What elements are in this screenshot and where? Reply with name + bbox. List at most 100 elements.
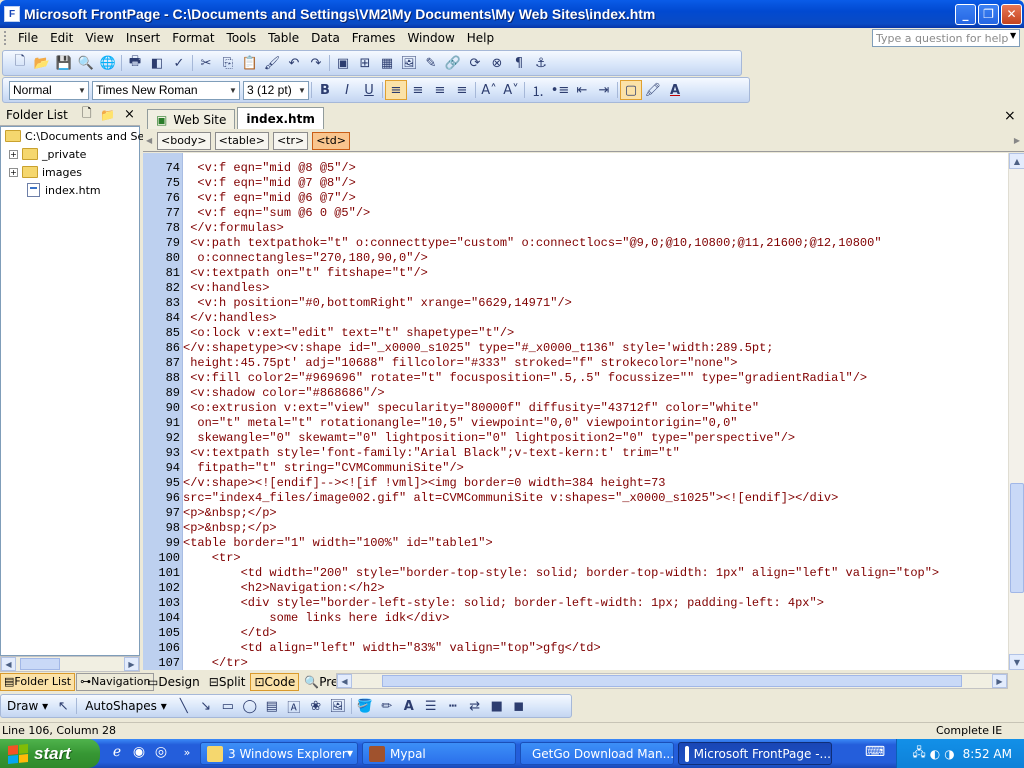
show-all-icon[interactable]: ¶ bbox=[508, 53, 530, 73]
menu-table[interactable]: Table bbox=[262, 31, 305, 45]
paste-icon[interactable]: 📋 bbox=[239, 53, 261, 73]
code-vscrollbar[interactable]: ▲ ▼ bbox=[1008, 153, 1024, 670]
tab-web-site[interactable]: ▣ Web Site bbox=[147, 109, 236, 129]
menu-tools[interactable]: Tools bbox=[221, 31, 263, 45]
tab-folder-list[interactable]: ▤Folder List bbox=[0, 673, 76, 691]
draw-menu[interactable]: Draw ▾ bbox=[7, 699, 48, 713]
code-line[interactable]: <v:f eqn="mid @7 @8"/> bbox=[183, 176, 355, 190]
code-line[interactable]: src="index4_files/image002.gif" alt=CVMC… bbox=[183, 491, 838, 505]
menu-frames[interactable]: Frames bbox=[346, 31, 402, 45]
code-line[interactable]: <table border="1" width="100%" id="table… bbox=[183, 536, 493, 550]
cut-icon[interactable]: ✂ bbox=[195, 53, 217, 73]
code-line[interactable]: </v:handles> bbox=[183, 311, 276, 325]
code-line[interactable]: skewangle="0" skewamt="0" lightposition=… bbox=[183, 431, 795, 445]
code-line[interactable]: fitpath="t" string="CVMCommuniSite"/> bbox=[183, 461, 463, 475]
select-objects-icon[interactable]: ↖ bbox=[52, 696, 74, 716]
quick-tag-td[interactable]: <td> bbox=[312, 131, 350, 150]
publish-icon[interactable]: 🌐 bbox=[97, 53, 119, 73]
code-line[interactable]: </td> bbox=[183, 626, 277, 640]
borders-icon[interactable]: ▢ bbox=[620, 80, 642, 100]
new-folder-icon[interactable]: 📁 bbox=[100, 108, 115, 122]
anchor-icon[interactable]: ⚓ bbox=[530, 53, 552, 73]
align-center-icon[interactable]: ≡ bbox=[407, 80, 429, 100]
scroll-left-icon[interactable]: ◀ bbox=[337, 674, 352, 688]
expand-icon[interactable]: + bbox=[9, 167, 18, 177]
code-line[interactable]: <v:f eqn="sum @6 0 @5"/> bbox=[183, 206, 370, 220]
italic-button[interactable]: I bbox=[336, 80, 358, 100]
font-color-draw-icon[interactable]: A bbox=[398, 696, 420, 716]
tab-index-htm[interactable]: index.htm bbox=[237, 107, 324, 129]
scroll-down-icon[interactable]: ▼ bbox=[1009, 654, 1024, 670]
code-line[interactable]: some links here idk</div> bbox=[183, 611, 449, 625]
insert-table-icon[interactable]: ⊞ bbox=[354, 53, 376, 73]
preview-browser-icon[interactable]: ◧ bbox=[146, 53, 168, 73]
align-right-icon[interactable]: ≡ bbox=[429, 80, 451, 100]
align-left-icon[interactable]: ≡ bbox=[385, 80, 407, 100]
menu-grip[interactable] bbox=[4, 31, 8, 45]
new-page-icon[interactable]: 🗋 bbox=[9, 53, 31, 73]
highlight-icon[interactable]: 🖍 bbox=[642, 80, 664, 100]
hyperlink-icon[interactable]: 🔗 bbox=[442, 53, 464, 73]
code-line[interactable]: <p>&nbsp;</p> bbox=[183, 521, 277, 535]
tab-split[interactable]: ⊟Split bbox=[205, 673, 250, 691]
new-page-small-icon[interactable]: 🗋 bbox=[82, 104, 92, 125]
decrease-font-icon[interactable]: A˅ bbox=[500, 80, 522, 100]
folder-hscrollbar[interactable]: ◀ ▶ bbox=[0, 656, 140, 672]
search-icon[interactable]: 🔍 bbox=[75, 53, 97, 73]
code-line[interactable]: </v:shape><![endif]--><![if !vml]><img b… bbox=[183, 476, 665, 490]
arrow-icon[interactable]: ↘ bbox=[195, 696, 217, 716]
undo-icon[interactable]: ↶ bbox=[283, 53, 305, 73]
wordart-icon[interactable]: 🄰 bbox=[283, 696, 305, 716]
format-painter-icon[interactable]: 🖌 bbox=[261, 53, 283, 73]
print-icon[interactable]: 🖶 bbox=[124, 53, 146, 73]
close-document-icon[interactable]: × bbox=[1004, 108, 1016, 124]
code-line[interactable]: <v:textpath on="t" fitshape="t"/> bbox=[183, 266, 428, 280]
ask-dropdown-icon[interactable]: ▼ bbox=[1010, 31, 1016, 40]
decrease-indent-icon[interactable]: ⇤ bbox=[571, 80, 593, 100]
code-editor[interactable]: <v:f eqn="mid @8 @5"/> <v:f eqn="mid @7 … bbox=[183, 153, 1008, 670]
scroll-up-icon[interactable]: ▲ bbox=[1009, 153, 1024, 169]
code-line[interactable]: <v:h position="#0,bottomRight" xrange="6… bbox=[183, 296, 571, 310]
code-line[interactable]: o:connectangles="270,180,90,0"/> bbox=[183, 251, 427, 265]
font-size-select[interactable]: 3 (12 pt) ▼ bbox=[243, 80, 309, 100]
menu-insert[interactable]: Insert bbox=[120, 31, 166, 45]
code-line[interactable]: <tr> bbox=[183, 551, 241, 565]
fill-color-icon[interactable]: 🪣 bbox=[354, 696, 376, 716]
task-windows-explorer[interactable]: 3 Windows Explorer ▼ bbox=[200, 742, 358, 765]
minimize-button[interactable]: _ bbox=[955, 3, 976, 25]
menu-file[interactable]: File bbox=[12, 31, 44, 45]
ie-quicklaunch-icon[interactable]: ℯ bbox=[108, 743, 126, 761]
task-getgo[interactable]: GetGo Download Man... bbox=[520, 742, 674, 765]
clock[interactable]: 8:52 AM bbox=[963, 747, 1012, 761]
quicktag-left-icon[interactable]: ◀ bbox=[146, 136, 152, 145]
ask-question-input[interactable]: Type a question for help bbox=[872, 29, 1020, 47]
app2-quicklaunch-icon[interactable]: ◎ bbox=[152, 743, 170, 761]
open-icon[interactable]: 📂 bbox=[31, 53, 53, 73]
web-component-icon[interactable]: ▣ bbox=[332, 53, 354, 73]
menu-view[interactable]: View bbox=[79, 31, 119, 45]
frontpage-app-icon[interactable]: F bbox=[4, 6, 20, 22]
scroll-thumb[interactable] bbox=[1010, 483, 1024, 593]
code-line[interactable]: <div style="border-left-style: solid; bo… bbox=[183, 596, 824, 610]
3d-icon[interactable]: ◼ bbox=[508, 696, 530, 716]
code-line[interactable]: <p>&nbsp;</p> bbox=[183, 506, 277, 520]
spelling-icon[interactable]: ✓ bbox=[168, 53, 190, 73]
code-line[interactable]: <v:handles> bbox=[183, 281, 269, 295]
code-line[interactable]: on="t" metal="t" rotationangle="10,5" vi… bbox=[183, 416, 737, 430]
code-line[interactable]: <v:shadow color="#868686"/> bbox=[183, 386, 384, 400]
tree-root[interactable]: C:\Documents and Setti bbox=[5, 127, 156, 145]
quick-tag-body[interactable]: <body> bbox=[157, 131, 211, 150]
oval-icon[interactable]: ◯ bbox=[239, 696, 261, 716]
code-line[interactable]: </v:formulas> bbox=[183, 221, 284, 235]
menu-window[interactable]: Window bbox=[401, 31, 460, 45]
rectangle-icon[interactable]: ▭ bbox=[217, 696, 239, 716]
menu-format[interactable]: Format bbox=[166, 31, 220, 45]
quicktag-right-icon[interactable]: ▶ bbox=[1014, 136, 1020, 145]
restore-button[interactable]: ❐ bbox=[978, 3, 999, 25]
network-icon[interactable]: 🖧 bbox=[912, 743, 925, 764]
bullets-icon[interactable]: •≡ bbox=[549, 80, 571, 100]
insert-layer-icon[interactable]: ▦ bbox=[376, 53, 398, 73]
justify-icon[interactable]: ≡ bbox=[451, 80, 473, 100]
tree-item-images[interactable]: + images bbox=[9, 163, 82, 181]
increase-indent-icon[interactable]: ⇥ bbox=[593, 80, 615, 100]
